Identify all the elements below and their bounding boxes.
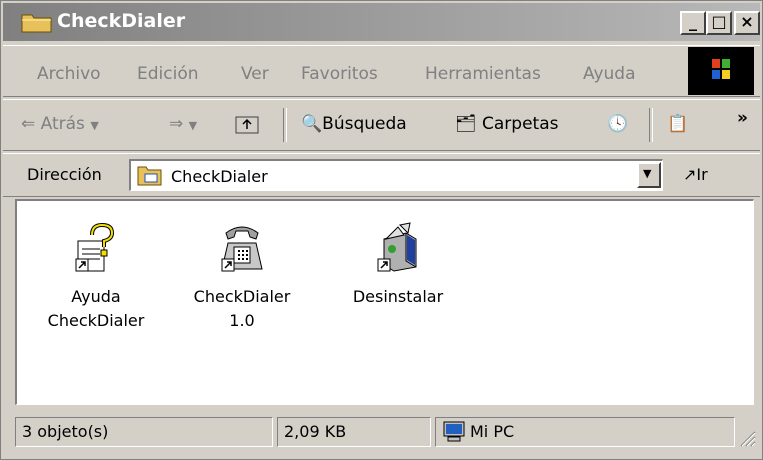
- address-value: CheckDialer: [171, 167, 268, 186]
- file-label-line: Ayuda: [71, 287, 121, 306]
- menu-bar: Archivo Edición Ver Favoritos Herramient…: [3, 45, 760, 97]
- go-arrow-icon: ↗: [683, 165, 697, 184]
- explorer-window: CheckDialer _ □ × Archivo Edición Ver Fa…: [0, 0, 763, 460]
- back-button[interactable]: ⇐ Atrás ▼: [21, 114, 99, 134]
- file-label-line: Desinstalar: [352, 287, 444, 306]
- file-label-line: CheckDialer: [47, 311, 145, 330]
- standard-toolbar: ⇐ Atrás ▼ ⇒ ▼ 🔍Búsqueda 🗂 Carpetas 🕓 📋 »: [3, 99, 760, 151]
- chevron-down-icon: ▼: [188, 119, 198, 132]
- back-arrow-icon: ⇐: [21, 114, 36, 134]
- folder-icon: [21, 14, 52, 33]
- window-title: CheckDialer: [57, 10, 186, 32]
- minimize-button[interactable]: _: [680, 11, 706, 35]
- uninstall-icon: [377, 222, 417, 272]
- maximize-button[interactable]: □: [706, 11, 732, 35]
- status-size: 2,09 KB: [277, 417, 431, 447]
- menu-edicion[interactable]: Edición: [137, 64, 199, 84]
- folders-icon: 🗂: [455, 114, 477, 134]
- go-button[interactable]: ↗Ir: [683, 165, 708, 184]
- computer-icon: [443, 421, 465, 442]
- file-list[interactable]: Ayuda CheckDialer CheckDialer 1.0 Desins…: [15, 199, 754, 405]
- folder-icon: [137, 166, 162, 186]
- forward-arrow-icon: ⇒: [169, 114, 184, 134]
- status-bar: 3 objeto(s) 2,09 KB Mi PC: [3, 413, 760, 453]
- menu-archivo[interactable]: Archivo: [37, 64, 101, 84]
- file-label-line: 1.0: [229, 311, 255, 330]
- help-file-icon: [75, 222, 115, 272]
- chevron-down-icon: ▼: [90, 119, 99, 132]
- telephone-icon: [221, 226, 263, 272]
- more-toolbar-button[interactable]: »: [737, 108, 748, 128]
- search-button[interactable]: 🔍Búsqueda: [301, 114, 407, 134]
- history-button[interactable]: 🕓: [607, 114, 628, 134]
- address-label: Dirección: [27, 165, 102, 184]
- title-bar[interactable]: CheckDialer _ □ ×: [3, 3, 760, 41]
- file-label-line: CheckDialer: [193, 287, 291, 306]
- menu-ayuda[interactable]: Ayuda: [583, 64, 636, 84]
- toolbar-separator: [649, 108, 653, 142]
- toolbar-separator: [283, 108, 287, 142]
- up-folder-button[interactable]: [235, 114, 259, 139]
- search-icon: 🔍: [301, 114, 323, 134]
- resize-grip-icon[interactable]: [738, 429, 756, 447]
- status-location-label: Mi PC: [470, 422, 515, 441]
- chevron-down-icon: ▼: [643, 167, 652, 180]
- history-icon: 🕓: [607, 114, 629, 134]
- windows-logo-icon: [688, 47, 754, 95]
- move-to-button[interactable]: 📋: [667, 114, 688, 134]
- status-object-count: 3 objeto(s): [15, 417, 273, 447]
- menu-ver[interactable]: Ver: [241, 64, 269, 84]
- status-location: Mi PC: [435, 417, 735, 447]
- menu-favoritos[interactable]: Favoritos: [301, 64, 378, 84]
- forward-button[interactable]: ⇒ ▼: [169, 114, 197, 134]
- menu-herramientas[interactable]: Herramientas: [425, 64, 541, 84]
- address-bar: Dirección CheckDialer ▼ ↗Ir: [3, 153, 760, 197]
- close-button[interactable]: ×: [734, 11, 760, 35]
- up-folder-icon: [235, 116, 259, 134]
- address-input[interactable]: CheckDialer ▼: [129, 159, 663, 191]
- move-to-icon: 📋: [667, 114, 689, 134]
- address-dropdown-button[interactable]: ▼: [637, 162, 661, 188]
- folders-button[interactable]: 🗂 Carpetas: [455, 114, 558, 134]
